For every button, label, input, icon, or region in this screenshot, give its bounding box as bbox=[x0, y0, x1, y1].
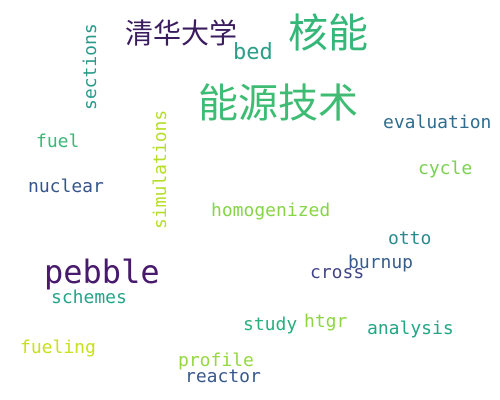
word-analysis: analysis bbox=[367, 318, 454, 339]
word-study: study bbox=[243, 314, 298, 335]
word-bed: bed bbox=[233, 40, 273, 65]
word-simulations: simulations bbox=[150, 109, 171, 229]
word-otto: otto bbox=[388, 228, 432, 249]
word-schemes: schemes bbox=[51, 287, 127, 308]
word-homogenized: homogenized bbox=[211, 200, 331, 221]
word-fueling: fueling bbox=[20, 337, 96, 358]
word-heneng: 核能 bbox=[288, 11, 368, 57]
word-cross: cross bbox=[310, 262, 365, 283]
word-evaluation: evaluation bbox=[383, 112, 492, 133]
word-htgr: htgr bbox=[304, 311, 348, 332]
word-reactor: reactor bbox=[185, 366, 261, 387]
word-nengyuanjishu: 能源技术 bbox=[198, 81, 358, 127]
word-qinghua: 清华大学 bbox=[125, 17, 238, 50]
word-cycle: cycle bbox=[418, 158, 473, 179]
word-sections: sections bbox=[80, 23, 101, 110]
word-cloud: 清华大学 核能 bed 能源技术 sections evaluation fue… bbox=[0, 0, 500, 400]
word-pebble: pebble bbox=[44, 253, 160, 291]
word-fuel: fuel bbox=[36, 131, 80, 152]
word-nuclear: nuclear bbox=[28, 176, 104, 197]
